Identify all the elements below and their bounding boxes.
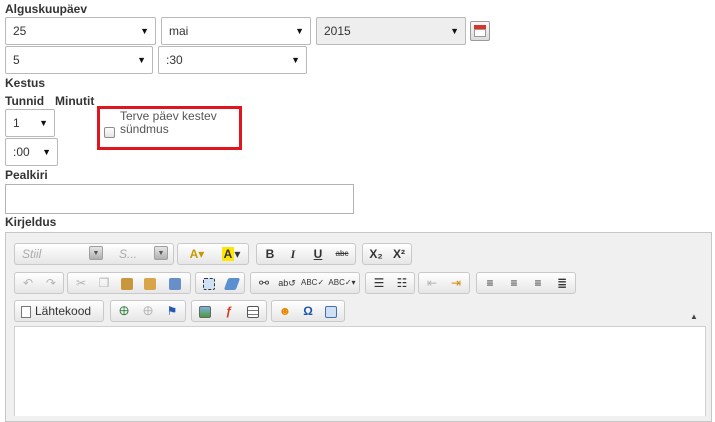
strikethrough-button[interactable]: abc	[331, 244, 353, 264]
minute-value: :30	[166, 53, 183, 67]
unlink-icon[interactable]: 🜨	[137, 301, 159, 321]
year-select[interactable]: 2015 ▼	[316, 17, 466, 45]
chevron-down-icon: ▼	[42, 147, 51, 157]
all-day-checkbox[interactable]	[104, 127, 115, 138]
list-toolbar-group: ☰ ☷	[365, 272, 415, 294]
day-select[interactable]: 25 ▼	[5, 17, 156, 45]
editor-content-area[interactable]	[14, 326, 706, 416]
flash-icon[interactable]: ƒ	[218, 301, 240, 321]
underline-button[interactable]: U	[307, 244, 329, 264]
superscript-button[interactable]: X²	[388, 244, 410, 264]
month-select[interactable]: mai ▼	[161, 17, 311, 45]
find-icon[interactable]: ⚯	[253, 273, 275, 293]
all-day-label: Terve päev kestev sündmus	[120, 109, 217, 136]
start-date-label: Alguskuupäev	[5, 2, 88, 16]
style-placeholder: Stiil	[22, 247, 42, 261]
minute-select[interactable]: :30 ▼	[158, 46, 307, 74]
special-toolbar-group: ☻ Ω	[271, 300, 345, 322]
chevron-down-icon: ▼	[137, 55, 146, 65]
style-toolbar-group: Stiil ▼ S... ▼	[14, 243, 174, 265]
collapse-toolbar-icon[interactable]: ▲	[690, 312, 698, 321]
duration-label: Kestus	[5, 76, 46, 90]
cut-icon[interactable]: ✂	[70, 273, 92, 293]
title-input[interactable]	[5, 184, 354, 214]
duration-hours-value: 1	[13, 116, 20, 130]
history-toolbar-group: ↶ ↷	[14, 272, 64, 294]
bulleted-list-icon[interactable]: ☷	[391, 273, 413, 293]
indent-icon[interactable]: ⇥	[445, 273, 467, 293]
duration-minutes-value: :00	[13, 145, 30, 159]
spellcheck-icon[interactable]: ABC✓	[301, 273, 324, 293]
select-toolbar-group	[195, 272, 245, 294]
chevron-down-icon: ▼	[154, 246, 168, 260]
chevron-down-icon: ▼	[39, 118, 48, 128]
size-combo[interactable]: S... ▼	[112, 244, 170, 264]
duration-minutes-select[interactable]: :00 ▼	[5, 138, 58, 166]
chevron-down-icon: ▼	[291, 55, 300, 65]
chevron-down-icon: ▼	[89, 246, 103, 260]
table-icon[interactable]	[242, 301, 264, 321]
description-label: Kirjeldus	[5, 215, 57, 229]
special-char-omega-icon[interactable]: Ω	[297, 301, 319, 321]
align-justify-icon[interactable]: ≣	[551, 273, 573, 293]
paste-word-icon[interactable]	[164, 273, 186, 293]
numbered-list-icon[interactable]: ☰	[368, 273, 390, 293]
copy-icon[interactable]: ❐	[93, 273, 115, 293]
spellcheck-as-you-type-icon[interactable]: ABC✓▾	[327, 273, 357, 293]
outdent-icon[interactable]: ⇤	[421, 273, 443, 293]
title-label: Pealkiri	[5, 168, 48, 182]
search-toolbar-group: ⚯ ab↺ ABC✓ ABC✓▾	[250, 272, 360, 294]
anchor-flag-icon[interactable]: ⚑	[161, 301, 183, 321]
duration-hours-select[interactable]: 1 ▼	[5, 109, 55, 137]
size-placeholder: S...	[119, 247, 138, 261]
redo-icon[interactable]: ↷	[40, 273, 62, 293]
clipboard-toolbar-group: ✂ ❐	[67, 272, 191, 294]
link-toolbar-group: 🜨 🜨 ⚑	[110, 300, 186, 322]
color-toolbar-group: A▾ A ▾	[177, 243, 249, 265]
text-color-icon[interactable]: A▾	[181, 244, 213, 264]
hour-select[interactable]: 5 ▼	[5, 46, 153, 74]
subscript-button[interactable]: X₂	[365, 244, 387, 264]
month-value: mai	[169, 24, 189, 38]
chevron-down-icon: ▼	[295, 26, 304, 36]
align-center-icon[interactable]: ≡	[503, 273, 525, 293]
style-combo[interactable]: Stiil ▼	[15, 244, 105, 264]
italic-button[interactable]: I	[282, 244, 304, 264]
undo-icon[interactable]: ↶	[17, 273, 39, 293]
hours-label: Tunnid	[5, 94, 45, 108]
day-value: 25	[13, 24, 27, 38]
replace-icon[interactable]: ab↺	[276, 273, 298, 293]
source-button[interactable]: Lähtekood	[15, 301, 103, 321]
align-left-icon[interactable]: ≡	[479, 273, 501, 293]
background-color-icon[interactable]: A ▾	[215, 244, 247, 264]
calendar-button[interactable]	[470, 21, 490, 41]
indent-toolbar-group: ⇤ ⇥	[418, 272, 470, 294]
chevron-down-icon: ▼	[450, 26, 459, 36]
paste-text-icon[interactable]	[139, 273, 161, 293]
insert-toolbar-group: ƒ	[191, 300, 267, 322]
link-icon[interactable]: 🜨	[113, 301, 135, 321]
smiley-icon[interactable]: ☻	[274, 301, 296, 321]
minutes-label: Minutit	[55, 94, 95, 108]
image-icon[interactable]	[194, 301, 216, 321]
select-all-icon[interactable]	[198, 273, 220, 293]
iframe-icon[interactable]	[320, 301, 342, 321]
hour-value: 5	[13, 53, 20, 67]
page-icon	[21, 305, 31, 318]
chevron-down-icon: ▼	[140, 26, 149, 36]
paste-icon[interactable]	[116, 273, 138, 293]
align-toolbar-group: ≡ ≡ ≡ ≣	[476, 272, 576, 294]
source-label: Lähtekood	[35, 304, 92, 318]
source-toolbar-group: Lähtekood	[14, 300, 104, 322]
script-toolbar-group: X₂ X²	[362, 243, 412, 265]
format-toolbar-group: B I U abc	[256, 243, 356, 265]
bold-button[interactable]: B	[259, 244, 281, 264]
eraser-icon[interactable]	[221, 273, 243, 293]
align-right-icon[interactable]: ≡	[527, 273, 549, 293]
year-value: 2015	[324, 24, 351, 38]
